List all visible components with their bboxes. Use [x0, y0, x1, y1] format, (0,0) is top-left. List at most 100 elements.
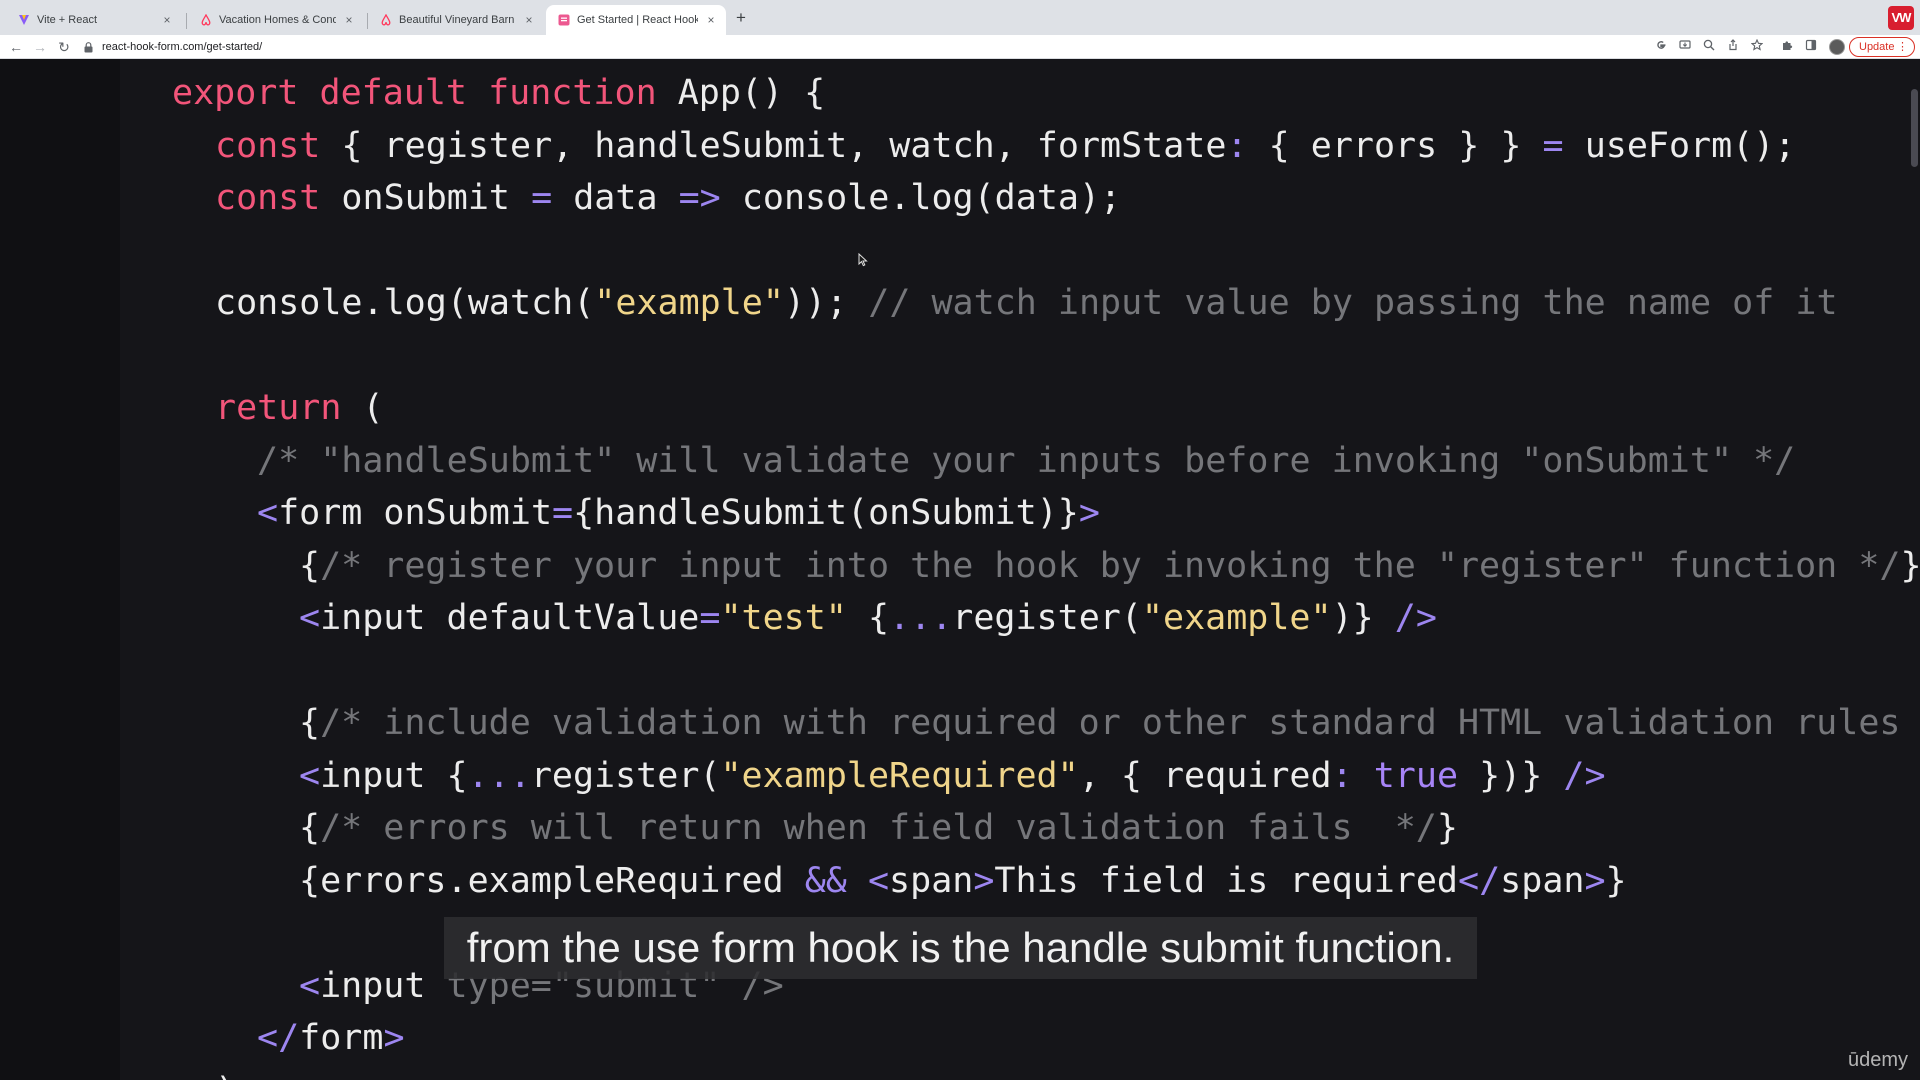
code-token: <: [299, 598, 321, 638]
code-token: {errors.exampleRequired: [299, 861, 805, 901]
code-token: ...: [467, 756, 531, 796]
code-token: <: [299, 966, 321, 1006]
code-token: This field is required: [994, 861, 1459, 901]
code-token: />: [1563, 756, 1606, 796]
code-line: <form onSubmit={handleSubmit(onSubmit)}>: [257, 493, 1100, 533]
url-text: react-hook-form.com/get-started/: [102, 41, 263, 53]
code-token: data: [552, 178, 679, 218]
code-token: true: [1352, 756, 1459, 796]
tab-react-hook-form[interactable]: Get Started | React Hook Form ×: [546, 5, 726, 35]
airbnb-icon: [380, 14, 392, 26]
code-token: (: [341, 388, 384, 428]
update-button[interactable]: Update ⋮: [1849, 37, 1915, 57]
code-token: />: [1394, 598, 1437, 638]
menu-dots-icon[interactable]: ⋮: [1897, 38, 1908, 56]
code-token: { errors } }: [1247, 126, 1543, 166]
scrollbar[interactable]: [1908, 59, 1920, 1080]
code-token: onSubmit: [320, 178, 532, 218]
mouse-cursor-icon: [858, 252, 868, 272]
code-token: <: [867, 861, 890, 901]
install-app-icon[interactable]: [1677, 39, 1693, 55]
code-token: ));: [783, 283, 848, 323]
code-token: }: [1605, 861, 1627, 901]
code-line: );: [215, 1071, 257, 1080]
close-icon[interactable]: ×: [522, 13, 536, 27]
code-token: /* register your input into the hook by …: [320, 546, 1901, 586]
code-token: {: [846, 598, 890, 638]
code-token: =: [552, 493, 574, 533]
address-bar[interactable]: react-hook-form.com/get-started/: [84, 37, 1634, 57]
code-token: :: [1226, 126, 1248, 166]
close-icon[interactable]: ×: [704, 13, 718, 27]
scrollbar-thumb[interactable]: [1911, 89, 1918, 167]
code-token: console.log(data);: [720, 178, 1122, 218]
code-line: <input defaultValue="test" {...register(…: [299, 598, 1437, 638]
close-icon[interactable]: ×: [342, 13, 356, 27]
tab-title: Get Started | React Hook Form: [577, 14, 698, 26]
code-line: </form>: [257, 1018, 405, 1058]
code-line: const onSubmit = data => console.log(dat…: [215, 178, 1121, 218]
tab-vineyard-barn[interactable]: Beautiful Vineyard Barn House ×: [368, 5, 544, 35]
code-token: );: [215, 1071, 257, 1080]
udemy-watermark: ūdemy: [1847, 1049, 1908, 1071]
zoom-icon[interactable]: [1701, 39, 1717, 55]
code-token: form onSubmit: [278, 493, 553, 533]
back-button[interactable]: ←: [6, 37, 26, 57]
tab-airbnb-vacation[interactable]: Vacation Homes & Condo Rentals - Airbnb …: [188, 5, 364, 35]
code-token: "example": [1141, 598, 1332, 638]
tab-strip: Vite + React × Vacation Homes & Condo Re…: [0, 0, 1920, 35]
code-line: console.log(watch("example")); // watch …: [215, 283, 1838, 323]
vite-icon: [18, 14, 30, 26]
code-token: <: [299, 756, 321, 796]
code-token: :: [1331, 756, 1353, 796]
code-line: {/* include validation with required or …: [299, 703, 1920, 743]
side-panel-icon[interactable]: [1803, 39, 1819, 55]
tab-vite-react[interactable]: Vite + React ×: [6, 5, 182, 35]
new-tab-button[interactable]: +: [732, 9, 750, 27]
code-token: >: [383, 1018, 405, 1058]
profile-badge[interactable]: VW: [1888, 6, 1914, 30]
code-token: console.log(watch(: [215, 283, 595, 323]
code-token: App() {: [656, 73, 826, 113]
airbnb-icon: [200, 14, 212, 26]
code-token: span: [889, 861, 974, 901]
code-token: register(: [952, 598, 1142, 638]
code-token: "exampleRequired": [720, 756, 1079, 796]
code-token: =: [1542, 126, 1564, 166]
browser-toolbar: ← → ↻ react-hook-form.com/get-started/ U…: [0, 35, 1920, 59]
code-token: =: [531, 178, 553, 218]
code-token: "test": [720, 598, 847, 638]
code-token: form: [299, 1018, 384, 1058]
code-line: <input {...register("exampleRequired", {…: [299, 756, 1606, 796]
bookmark-star-icon[interactable]: [1749, 38, 1765, 55]
code-token: export default function: [172, 73, 657, 113]
code-token: /* include validation with required or o…: [320, 703, 1920, 743]
code-token: , { required: [1078, 756, 1332, 796]
code-token: input: [320, 966, 447, 1006]
video-caption: from the use form hook is the handle sub…: [444, 917, 1477, 979]
close-icon[interactable]: ×: [160, 13, 174, 27]
code-token: <: [257, 493, 279, 533]
tab-title: Beautiful Vineyard Barn House: [399, 14, 516, 26]
code-line: export default function App() {: [172, 73, 825, 113]
update-label: Update: [1859, 41, 1895, 53]
google-icon[interactable]: [1653, 39, 1669, 55]
code-token: {: [299, 703, 321, 743]
avatar[interactable]: [1829, 39, 1845, 55]
code-token: /* "handleSubmit" will validate your inp…: [257, 441, 1796, 481]
tab-separator: [186, 13, 187, 29]
reload-button[interactable]: ↻: [54, 37, 74, 57]
code-token: })}: [1458, 756, 1564, 796]
code-token: span: [1500, 861, 1585, 901]
code-token: useForm();: [1563, 126, 1796, 166]
extensions-icon[interactable]: [1779, 39, 1795, 55]
code-token: const: [215, 126, 321, 166]
code-token: >: [973, 861, 995, 901]
code-token: {handleSubmit(onSubmit)}: [573, 493, 1079, 533]
forward-button[interactable]: →: [30, 37, 50, 57]
code-token: // watch input value by passing the name…: [847, 283, 1838, 323]
code-token: =: [699, 598, 721, 638]
code-line: {/* register your input into the hook by…: [299, 546, 1920, 586]
share-icon[interactable]: [1725, 39, 1741, 55]
